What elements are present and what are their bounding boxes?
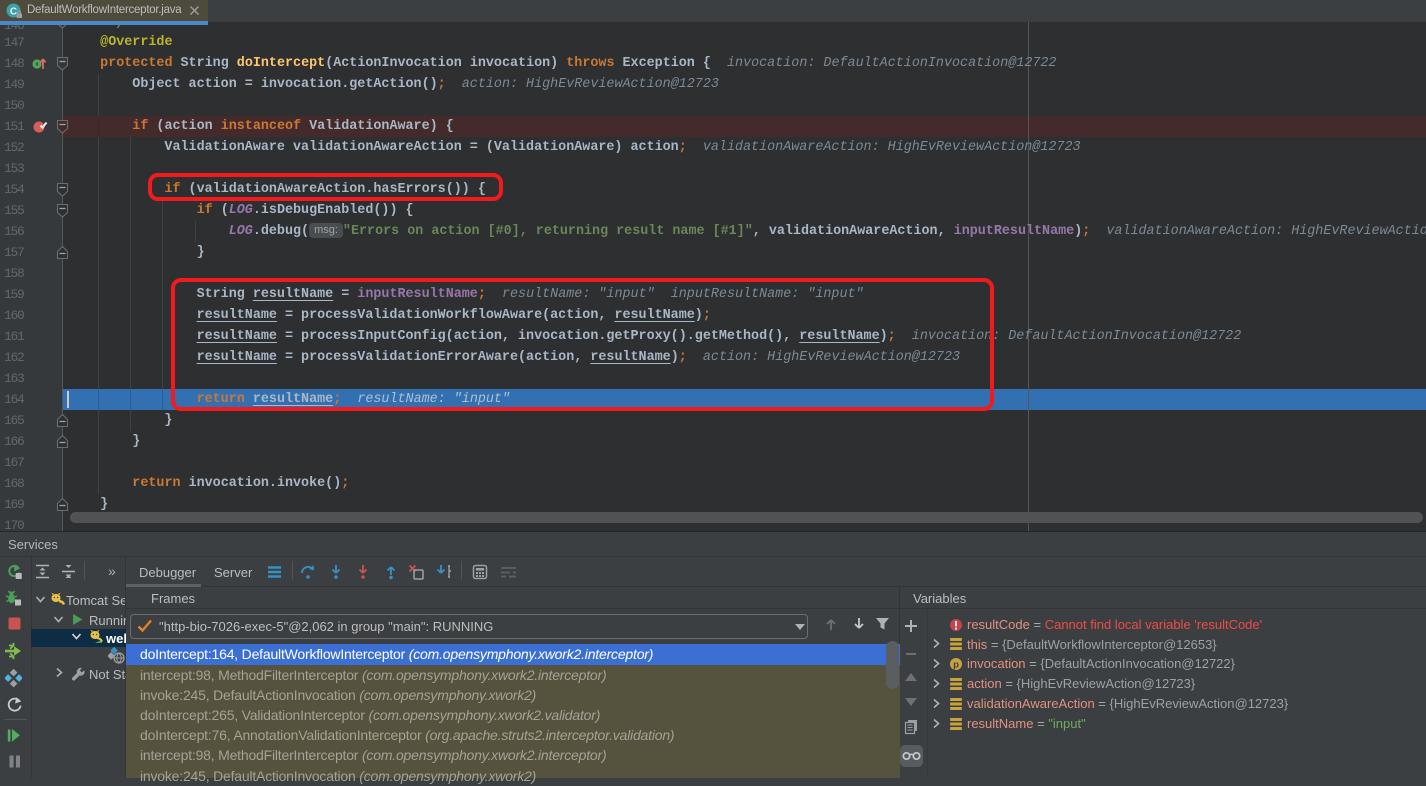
- svg-text:C: C: [10, 6, 17, 17]
- svg-text:p: p: [953, 659, 959, 670]
